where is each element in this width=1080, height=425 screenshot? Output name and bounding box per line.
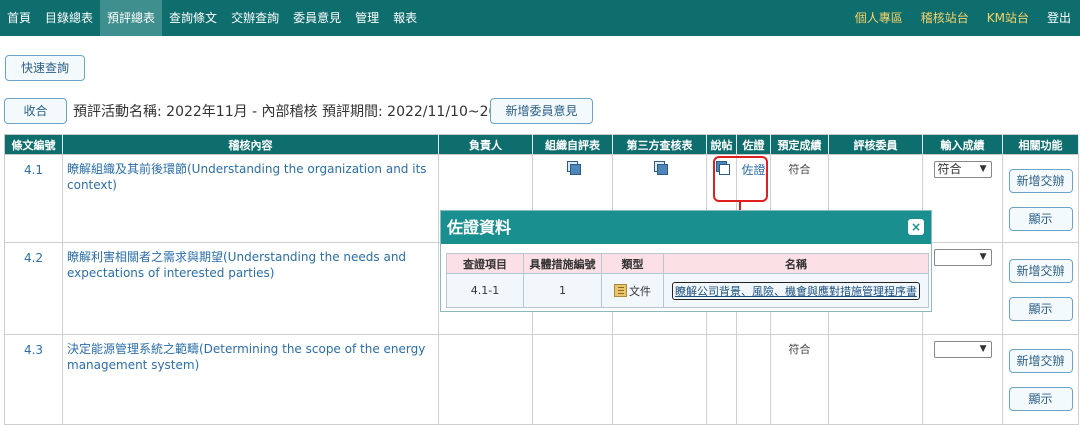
self-eval-doc-icon[interactable] xyxy=(566,161,581,175)
evid-type: 文件 xyxy=(601,273,664,308)
score-select[interactable]: ▼ xyxy=(933,249,992,266)
row-content[interactable]: 瞭解利害相關者之需求與期望(Understanding the needs an… xyxy=(62,242,439,335)
table-header: 條文編號 稽核內容 負責人 組織自評表 第三方查核表 說帖 佐證 預定成績 評核… xyxy=(4,134,1079,155)
evidence-table-header: 查證項目 具體措施編號 類型 名稱 xyxy=(446,253,929,274)
nav-home[interactable]: 首頁 xyxy=(0,0,38,36)
col-clause-no: 條文編號 xyxy=(4,134,63,155)
chevron-down-icon: ▼ xyxy=(979,164,987,174)
evidence-row: 4.1-1 1 文件 瞭解公司背景、風險、機會與應對措施管理程序書 xyxy=(446,273,929,308)
col-expected: 預定成績 xyxy=(770,134,829,155)
row-content[interactable]: 決定能源管理系統之範疇(Determining the scope of the… xyxy=(62,334,439,425)
nav-catalog[interactable]: 目錄總表 xyxy=(38,0,100,36)
row-owner xyxy=(438,334,533,425)
evid-name-cell: 瞭解公司背景、風險、機會與應對措施管理程序書 xyxy=(663,273,929,308)
evid-col-type: 類型 xyxy=(601,253,664,274)
top-nav: 首頁 目錄總表 預評總表 查詢條文 交辦查詢 委員意見 管理 報表 個人專區 稽… xyxy=(0,0,1080,36)
col-self-eval: 組織自評表 xyxy=(532,134,613,155)
nav-left: 首頁 目錄總表 預評總表 查詢條文 交辦查詢 委員意見 管理 報表 xyxy=(0,0,424,36)
chevron-down-icon: ▼ xyxy=(979,252,987,262)
show-button[interactable]: 顯示 xyxy=(1008,297,1073,321)
add-assign-button[interactable]: 新增交辦 xyxy=(1008,259,1073,283)
row-expected: 符合 xyxy=(770,334,829,425)
row-input-score: ▼ xyxy=(922,334,1003,425)
nav-km-site[interactable]: KM站台 xyxy=(978,0,1038,36)
score-select[interactable]: 符合 ▼ xyxy=(933,161,992,178)
evid-col-name: 名稱 xyxy=(663,253,929,274)
col-owner: 負責人 xyxy=(438,134,533,155)
col-content: 稽核內容 xyxy=(62,134,439,155)
quick-query-button[interactable]: 快速查詢 xyxy=(5,55,85,81)
close-icon[interactable]: × xyxy=(908,219,924,235)
row-content[interactable]: 瞭解組織及其前後環節(Understanding the organizatio… xyxy=(62,154,439,243)
row-functions: 新增交辦 顯示 xyxy=(1002,154,1079,243)
chevron-down-icon: ▼ xyxy=(979,344,987,354)
col-third-party: 第三方查核表 xyxy=(612,134,707,155)
row-input-score: 符合 ▼ xyxy=(922,154,1003,243)
add-member-opinion-button[interactable]: 新增委員意見 xyxy=(490,98,593,124)
table-row: 4.3 決定能源管理系統之範疇(Determining the scope of… xyxy=(4,334,1079,425)
logout-link[interactable]: 登出 xyxy=(1038,0,1080,36)
add-assign-button[interactable]: 新增交辦 xyxy=(1008,169,1073,193)
score-select[interactable]: ▼ xyxy=(933,341,992,358)
evidence-table: 查證項目 具體措施編號 類型 名稱 4.1-1 1 文件 瞭解公司背景、風險、機… xyxy=(446,253,929,308)
row-functions: 新增交辦 顯示 xyxy=(1002,334,1079,425)
file-icon xyxy=(614,283,627,297)
evid-item: 4.1-1 xyxy=(446,273,524,308)
nav-member-opinion[interactable]: 委員意見 xyxy=(286,0,348,36)
evid-measure-no: 1 xyxy=(523,273,602,308)
row-clause-no: 4.2 xyxy=(4,242,63,335)
row-third-party xyxy=(612,334,707,425)
row-reviewer xyxy=(828,334,923,425)
nav-report[interactable]: 報表 xyxy=(386,0,424,36)
add-assign-button[interactable]: 新增交辦 xyxy=(1008,349,1073,373)
evid-col-measure-no: 具體措施編號 xyxy=(523,253,602,274)
show-button[interactable]: 顯示 xyxy=(1008,387,1073,411)
evidence-modal: 佐證資料 × 查證項目 具體措施編號 類型 名稱 4.1-1 1 文件 瞭解公司… xyxy=(440,210,932,312)
evidence-document-link[interactable]: 瞭解公司背景、風險、機會與應對措施管理程序書 xyxy=(672,281,920,300)
nav-pre-eval[interactable]: 預評總表 xyxy=(100,0,163,36)
activity-info: 預評活動名稱: 2022年11月 - 內部稽核 預評期間: 2022/11/10… xyxy=(73,104,561,120)
nav-right: 個人專區 稽核站台 KM站台 登出 xyxy=(846,0,1080,36)
col-statement: 說帖 xyxy=(706,134,737,155)
col-functions: 相關功能 xyxy=(1002,134,1079,155)
row-statement xyxy=(706,334,737,425)
nav-manage[interactable]: 管理 xyxy=(348,0,386,36)
nav-query-clause[interactable]: 查詢條文 xyxy=(162,0,224,36)
row-functions: 新增交辦 顯示 xyxy=(1002,242,1079,335)
evidence-highlight-box xyxy=(713,156,768,202)
row-evidence xyxy=(736,334,771,425)
modal-header: 佐證資料 × xyxy=(441,211,931,244)
nav-assign-query[interactable]: 交辦查詢 xyxy=(224,0,286,36)
col-reviewer: 評核委員 xyxy=(828,134,923,155)
row-clause-no: 4.3 xyxy=(4,334,63,425)
nav-audit-site[interactable]: 稽核站台 xyxy=(912,0,978,36)
show-button[interactable]: 顯示 xyxy=(1008,207,1073,231)
row-self-eval xyxy=(532,334,613,425)
row-input-score: ▼ xyxy=(922,242,1003,335)
third-party-doc-icon[interactable] xyxy=(653,161,668,175)
col-input-score: 輸入成績 xyxy=(922,134,1003,155)
modal-title: 佐證資料 xyxy=(447,218,512,237)
collapse-button[interactable]: 收合 xyxy=(4,98,67,124)
col-evidence: 佐證 xyxy=(736,134,771,155)
nav-personal[interactable]: 個人專區 xyxy=(846,0,912,36)
evid-col-item: 查證項目 xyxy=(446,253,524,274)
row-clause-no: 4.1 xyxy=(4,154,63,243)
